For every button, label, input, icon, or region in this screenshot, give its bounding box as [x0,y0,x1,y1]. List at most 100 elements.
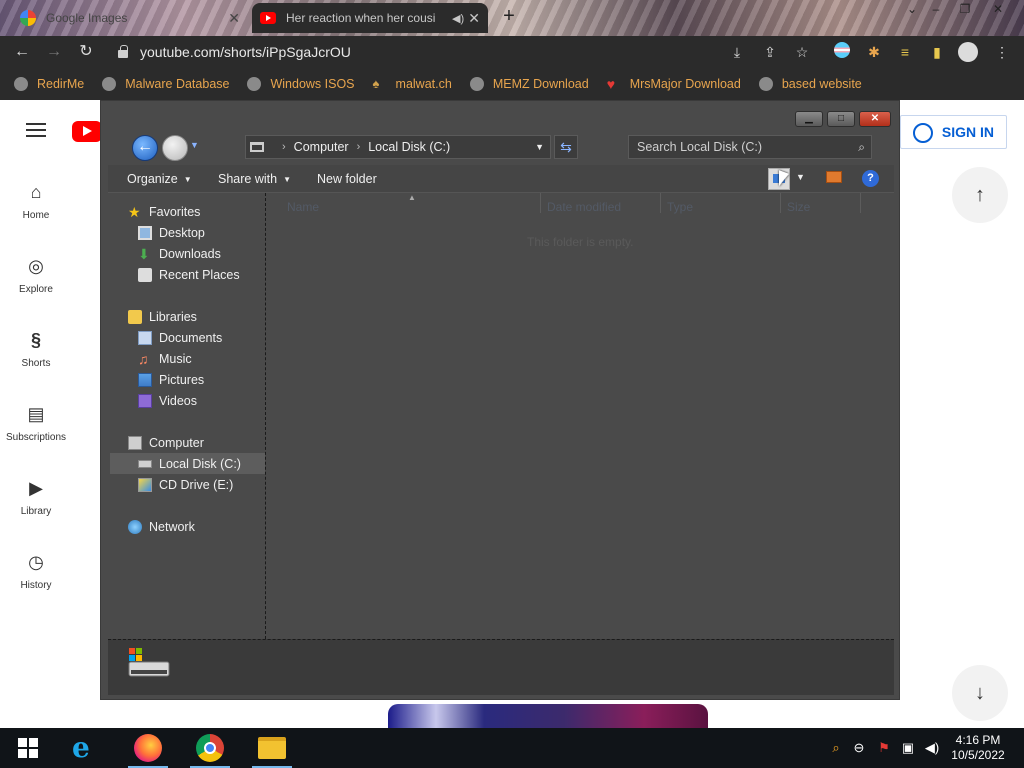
install-icon[interactable]: ⤓ [727,42,747,62]
refresh-button[interactable]: ⇆ [554,135,578,159]
view-options-dropdown-icon[interactable]: ▼ [796,172,805,182]
volume-tray-icon[interactable]: ◀) [924,740,940,756]
profile-avatar-icon[interactable] [958,42,978,62]
address-bar[interactable]: youtube.com/shorts/iPpSgaJcrOU [108,39,828,65]
nav-desktop[interactable]: Desktop [138,222,205,243]
column-header-type[interactable]: Type [667,200,693,214]
sidebar-item-home[interactable]: ⌂ Home [0,180,72,221]
preview-pane-icon[interactable] [826,171,842,183]
sidebar-item-library[interactable]: ▶ Library [0,476,72,517]
chevron-down-icon[interactable]: ▼ [535,142,544,152]
organize-label: Organize [127,172,178,186]
tab-close-icon[interactable]: ✕ [228,11,240,25]
short-video-player[interactable] [388,704,708,728]
chrome-menu-icon[interactable]: ⋮ [992,42,1012,62]
organize-button[interactable]: Organize ▼ [127,172,192,186]
help-icon[interactable]: ? [862,170,879,187]
tab-google-images[interactable]: Google Images ✕ [12,3,248,33]
breadcrumb-computer[interactable]: Computer [294,140,349,154]
search-tray-icon[interactable]: ⌕ [828,740,844,756]
next-short-down-arrow-icon[interactable]: ↓ [952,665,1008,721]
nav-music[interactable]: ♫ Music [138,348,192,369]
bookmark-mrsmajor-download[interactable]: ♥ MrsMajor Download [607,77,741,91]
nav-libraries[interactable]: Libraries [128,306,197,327]
bookmark-memz-download[interactable]: MEMZ Download [469,77,589,91]
internet-explorer-app[interactable]: e [62,728,110,768]
hamburger-menu-icon[interactable] [26,123,46,137]
nav-recent-places[interactable]: Recent Places [138,264,240,285]
file-explorer-app[interactable] [248,728,296,768]
forward-button[interactable] [162,135,188,161]
details-pane [108,639,894,695]
bookmark-windows-isos[interactable]: Windows ISOS [247,77,355,91]
nav-cd-drive-e[interactable]: CD Drive (E:) [138,474,233,495]
sign-in-button[interactable]: SIGN IN [900,115,1007,149]
reload-icon[interactable]: ↻ [74,40,98,64]
bookmark-star-icon[interactable]: ☆ [792,42,812,62]
sidebar-item-history[interactable]: ◷ History [0,550,72,591]
nav-favorites[interactable]: ★ Favorites [128,201,200,222]
library-icon: ▶ [29,478,43,498]
chrome-app[interactable] [186,728,234,768]
nav-network[interactable]: Network [128,516,195,537]
taskbar-clock[interactable]: 4:16 PM 10/5/2022 [946,733,1010,763]
bookmark-malwat-ch[interactable]: ♠ malwat.ch [373,77,452,92]
nav-videos[interactable]: Videos [138,390,197,411]
previous-short-up-arrow-icon[interactable]: ↑ [952,167,1008,223]
network-tray-icon[interactable]: ▣ [900,740,916,756]
nav-local-disk-c[interactable]: Local Disk (C:) [110,453,265,474]
forward-arrow-icon[interactable]: → [42,40,66,64]
sidebar-item-explore[interactable]: ◎ Explore [0,254,72,295]
chevron-right-icon: › [282,141,286,153]
sidebar-item-shorts[interactable]: § Shorts [0,328,72,369]
sidebar-item-subscriptions[interactable]: ▤ Subscriptions [0,402,72,443]
column-header-date-modified[interactable]: Date modified [547,200,621,214]
nav-documents[interactable]: Documents [138,327,222,348]
column-header-size[interactable]: Size [787,200,810,214]
recent-pages-dropdown-icon[interactable]: ▼ [190,140,200,150]
explorer-close-button[interactable]: ✕ [859,111,891,127]
bookmark-based-website[interactable]: based website [758,77,862,91]
column-divider[interactable] [780,193,781,213]
minimize-button[interactable]: – [922,0,950,18]
audio-playing-icon[interactable]: ◀) [452,12,464,25]
close-window-button[interactable]: ✕ [984,0,1012,18]
column-divider[interactable] [660,193,661,213]
puzzle-extensions-icon[interactable]: ✱ [864,42,884,62]
bookmark-redirme[interactable]: RedirMe [14,77,84,91]
youtube-logo-icon[interactable] [72,121,102,142]
back-arrow-icon[interactable]: ← [10,40,34,64]
media-queue-icon[interactable]: ≡ [895,42,915,62]
firefox-app[interactable] [124,728,172,768]
column-divider[interactable] [860,193,861,213]
nav-computer[interactable]: Computer [128,432,204,453]
column-header-name[interactable]: Name [287,200,319,214]
share-icon[interactable]: ⇪ [760,42,780,62]
share-with-button[interactable]: Share with ▼ [218,172,291,186]
tab-youtube-short[interactable]: Her reaction when her cousi ◀) ✕ [252,3,488,33]
nav-pictures[interactable]: Pictures [138,369,204,390]
tab-close-icon[interactable]: ✕ [468,11,480,25]
nav-downloads[interactable]: ⬇ Downloads [138,243,221,264]
libraries-folder-icon [128,309,142,324]
file-list-pane[interactable]: Name ▲ Date modified Type Size This fold… [267,193,894,639]
restore-button[interactable]: ❐ [951,0,979,18]
explorer-maximize-button[interactable]: □ [827,111,855,127]
explorer-title-bar[interactable]: ▁ □ ✕ [101,101,901,129]
new-folder-button[interactable]: New folder [317,172,377,186]
sidebar-label: History [20,580,52,591]
blocked-tray-icon[interactable]: ⊖ [851,740,867,756]
breadcrumb[interactable]: › Computer › Local Disk (C:) ▼ [245,135,551,159]
explorer-minimize-button[interactable]: ▁ [795,111,823,127]
breadcrumb-local-disk[interactable]: Local Disk (C:) [368,140,450,154]
flag-tray-icon[interactable]: ⚑ [876,740,892,756]
side-panel-icon[interactable]: ▮ [927,42,947,62]
bookmark-malware-database[interactable]: Malware Database [102,77,229,91]
column-divider[interactable] [540,193,541,213]
back-button[interactable]: ← [132,135,158,161]
search-input[interactable]: Search Local Disk (C:) ⌕ [628,135,872,159]
new-tab-button[interactable]: + [500,6,518,28]
google-favicon-icon [20,10,36,26]
start-button[interactable] [4,728,52,768]
extension-flag-icon[interactable] [832,42,852,62]
